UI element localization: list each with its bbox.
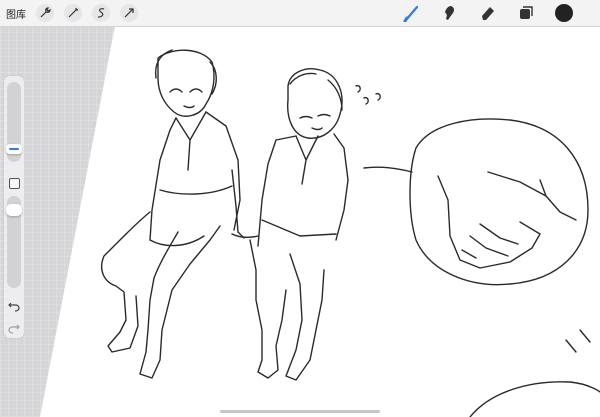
layers-icon[interactable] <box>516 3 536 23</box>
gallery-button[interactable]: 图库 <box>6 6 26 21</box>
modify-button[interactable] <box>9 178 20 189</box>
current-color-dot <box>555 4 573 22</box>
drawing-canvas[interactable] <box>0 0 600 417</box>
brush-icon[interactable] <box>402 3 422 23</box>
brush-size-slider[interactable] <box>6 82 22 162</box>
brush-size-thumb[interactable] <box>6 144 22 154</box>
top-toolbar: 图库 <box>0 0 600 27</box>
eraser-icon[interactable] <box>478 3 498 23</box>
transform-arrow-icon[interactable] <box>120 4 138 22</box>
smudge-icon[interactable] <box>440 3 460 23</box>
color-swatch[interactable] <box>554 3 574 23</box>
opacity-slider[interactable] <box>6 196 22 288</box>
redo-icon[interactable] <box>7 320 21 334</box>
opacity-thumb[interactable] <box>6 204 22 216</box>
magic-wand-icon[interactable] <box>64 4 82 22</box>
wrench-icon[interactable] <box>36 4 54 22</box>
selection-icon[interactable] <box>92 4 110 22</box>
left-sidebar <box>4 76 24 338</box>
undo-icon[interactable] <box>7 298 21 312</box>
home-indicator <box>220 410 380 413</box>
